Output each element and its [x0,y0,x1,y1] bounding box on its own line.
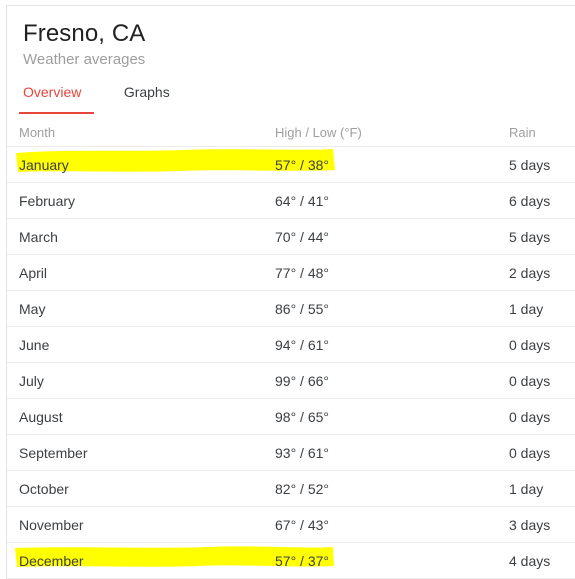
column-header-high-low: High / Low (°F) [275,124,362,140]
cell-month: June [19,336,50,353]
cell-high-low: 70° / 44° [275,228,330,245]
table-row[interactable]: October 82° / 52° 1 day [7,471,575,507]
cell-month: May [19,300,46,317]
cell-month: March [19,228,58,245]
cell-rain: 2 days [509,264,551,281]
tab-overview[interactable]: Overview [23,83,81,111]
cell-rain: 0 days [509,444,551,461]
cell-rain: 0 days [509,408,551,425]
column-header-month: Month [19,124,56,140]
table-row[interactable]: June 94° / 61° 0 days [7,327,575,363]
table-row[interactable]: February 64° / 41° 6 days [7,183,575,219]
cell-month: February [19,192,76,209]
card-header: Fresno, CA Weather averages [7,6,575,70]
cell-rain: 3 days [509,516,551,533]
table-row[interactable]: March 70° / 44° 5 days [7,219,575,255]
table-row[interactable]: July 99° / 66° 0 days [7,363,575,399]
cell-rain: 1 day [509,300,544,317]
table-row[interactable]: May 86° / 55° 1 day [7,291,575,327]
table-row[interactable]: August 98° / 65° 0 days [7,399,575,435]
weather-averages-table: Month High / Low (°F) Rain January 57° /… [7,119,575,579]
cell-high-low: 77° / 48° [275,264,330,281]
table-row[interactable]: November 67° / 43° 3 days [7,507,575,543]
cell-rain: 4 days [509,552,551,569]
cell-month: August [19,408,63,425]
tab-graphs[interactable]: Graphs [124,83,170,111]
cell-rain: 0 days [509,336,551,353]
table-row[interactable]: April 77° / 48° 2 days [7,255,575,291]
cell-high-low: 67° / 43° [275,516,330,533]
cell-month: April [19,264,48,281]
table-row[interactable]: September 93° / 61° 0 days [7,435,575,471]
cell-high-low: 57° / 37° [275,552,330,569]
page-subtitle: Weather averages [23,51,146,68]
cell-high-low: 86° / 55° [275,300,330,317]
cell-month: December [19,552,84,569]
cell-rain: 5 days [509,156,551,173]
cell-month: November [19,516,84,533]
table-row[interactable]: December 57° / 37° 4 days [7,543,575,579]
weather-averages-panel: Fresno, CA Weather averages Overview Gra… [0,0,575,579]
cell-rain: 6 days [509,192,551,209]
page-title: Fresno, CA [23,20,146,47]
cell-month: September [19,444,88,461]
cell-high-low: 94° / 61° [275,336,330,353]
cell-month: October [19,480,69,497]
column-header-rain: Rain [509,124,536,140]
cell-high-low: 64° / 41° [275,192,330,209]
table-header-row: Month High / Low (°F) Rain [7,119,575,147]
cell-high-low: 99° / 66° [275,372,330,389]
cell-month: January [19,156,69,173]
cell-rain: 0 days [509,372,551,389]
tab-bar: Overview Graphs [7,83,575,114]
cell-high-low: 93° / 61° [275,444,330,461]
cell-high-low: 98° / 65° [275,408,330,425]
cell-month: July [19,372,44,389]
weather-card: Fresno, CA Weather averages Overview Gra… [6,5,575,579]
cell-high-low: 57° / 38° [275,156,330,173]
active-tab-indicator [19,112,94,114]
cell-rain: 1 day [509,480,544,497]
cell-rain: 5 days [509,228,551,245]
cell-high-low: 82° / 52° [275,480,330,497]
table-row[interactable]: January 57° / 38° 5 days [7,147,575,183]
